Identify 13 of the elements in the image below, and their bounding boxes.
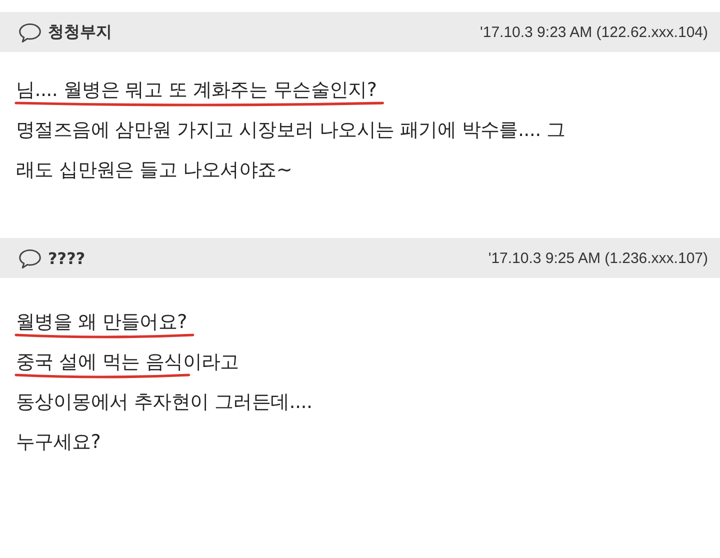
comment-date: '17.10.3 9:23 AM (122.62.xxx.104) [480, 24, 708, 40]
comment-text: 동상이몽에서 추자현이 그러든데.... [16, 390, 312, 415]
comment-text: 명절즈음에 삼만원 가지고 시장보러 나오시는 패기에 박수를.... 그 [16, 118, 566, 143]
comment-text: 월병을 왜 만들어요? [16, 310, 187, 335]
comment-text: 님.... 월병은 뭐고 또 계화주는 무슨술인지? [16, 78, 377, 103]
speech-bubble-icon [18, 22, 42, 42]
comment-text: 중국 설에 먹는 음식 이라고 [16, 350, 239, 375]
comment-text: 래도 십만원은 들고 나오셔야죠~ [16, 158, 292, 183]
comment-date: '17.10.3 9:25 AM (1.236.xxx.107) [488, 250, 708, 266]
comment-text: 누구세요? [16, 430, 101, 455]
speech-bubble-icon [18, 248, 42, 268]
author-name: ???? [48, 248, 86, 268]
author-name: 청청부지 [48, 22, 112, 42]
